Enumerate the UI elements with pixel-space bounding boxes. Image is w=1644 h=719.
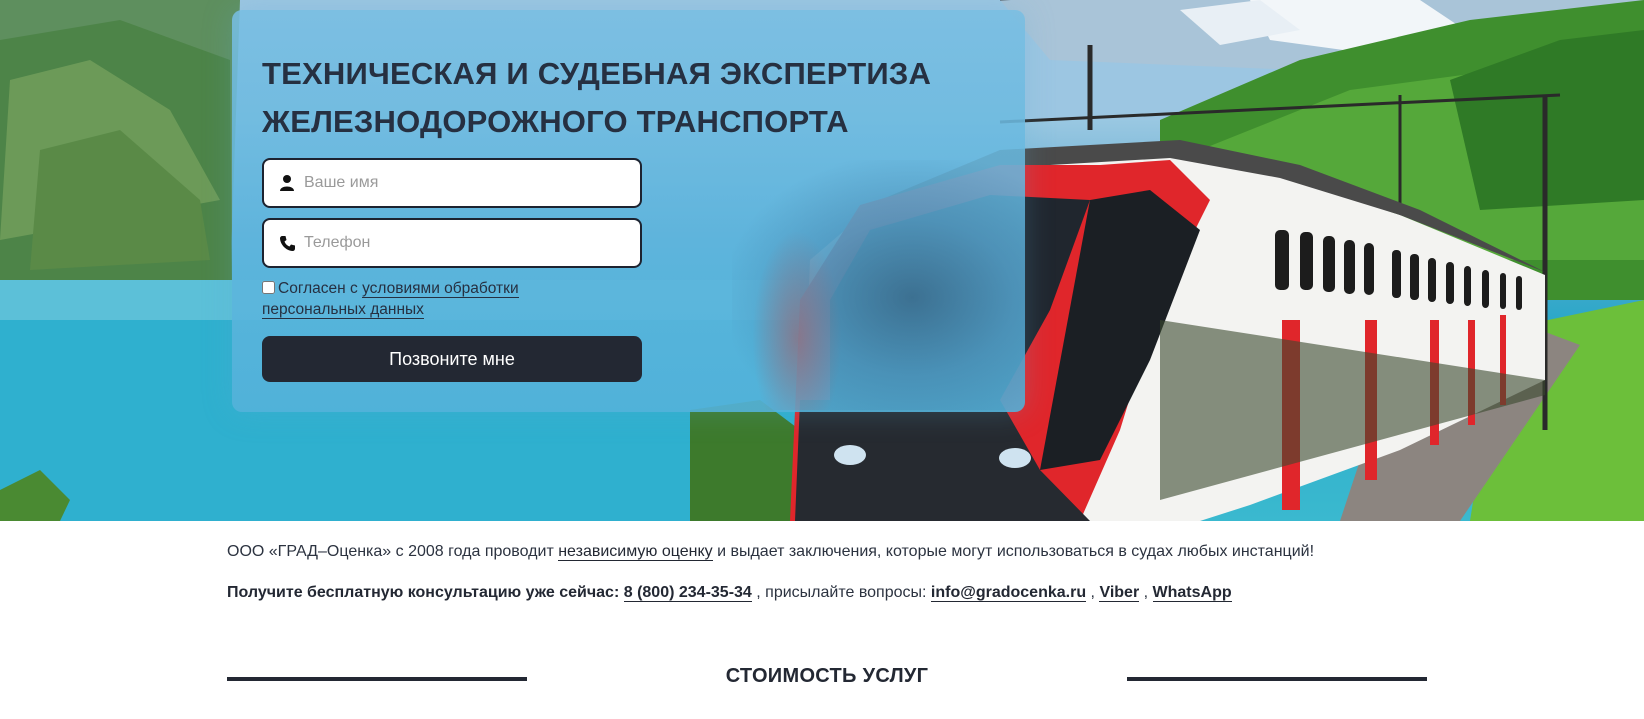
phone-field[interactable] xyxy=(262,218,642,268)
phone-icon xyxy=(264,235,304,252)
independent-valuation-link[interactable]: независимую оценку xyxy=(558,543,713,561)
consent-checkbox[interactable] xyxy=(262,281,275,294)
call-me-button[interactable]: Позвоните мне xyxy=(262,336,642,382)
name-field[interactable] xyxy=(262,158,642,208)
hero-banner: ТЕХНИЧЕСКАЯ И СУДЕБНАЯ ЭКСПЕРТИЗА ЖЕЛЕЗН… xyxy=(0,0,1644,521)
whatsapp-link[interactable]: WhatsApp xyxy=(1152,584,1232,602)
company-intro: ООО «ГРАД–Оценка» с 2008 года проводит н… xyxy=(227,543,1315,561)
email-link[interactable]: info@gradocenka.ru xyxy=(930,584,1087,602)
phone-input[interactable] xyxy=(304,220,640,266)
viber-link[interactable]: Viber xyxy=(1099,584,1140,602)
user-icon xyxy=(264,174,304,192)
consent-text: Согласен с xyxy=(278,280,363,297)
callback-form-card: ТЕХНИЧЕСКАЯ И СУДЕБНАЯ ЭКСПЕРТИЗА ЖЕЛЕЗН… xyxy=(232,10,1025,412)
section-title-services-cost: СТОИМОСТЬ УСЛУГ xyxy=(725,665,929,687)
hero-title: ТЕХНИЧЕСКАЯ И СУДЕБНАЯ ЭКСПЕРТИЗА ЖЕЛЕЗН… xyxy=(262,50,982,146)
hero-title-line-2: ЖЕЛЕЗНОДОРОЖНОГО ТРАНСПОРТА xyxy=(262,104,849,139)
phone-link[interactable]: 8 (800) 234-35-34 xyxy=(623,584,752,602)
hero-title-line-1: ТЕХНИЧЕСКАЯ И СУДЕБНАЯ ЭКСПЕРТИЗА xyxy=(262,56,932,91)
name-input[interactable] xyxy=(304,160,640,206)
contact-line: Получите бесплатную консультацию уже сей… xyxy=(227,584,1232,602)
consent-row: Согласен с условиями обработки персональ… xyxy=(262,278,562,320)
consultation-label: Получите бесплатную консультацию уже сей… xyxy=(227,584,620,601)
section-divider-left xyxy=(227,677,527,681)
section-divider-right xyxy=(1127,677,1427,681)
